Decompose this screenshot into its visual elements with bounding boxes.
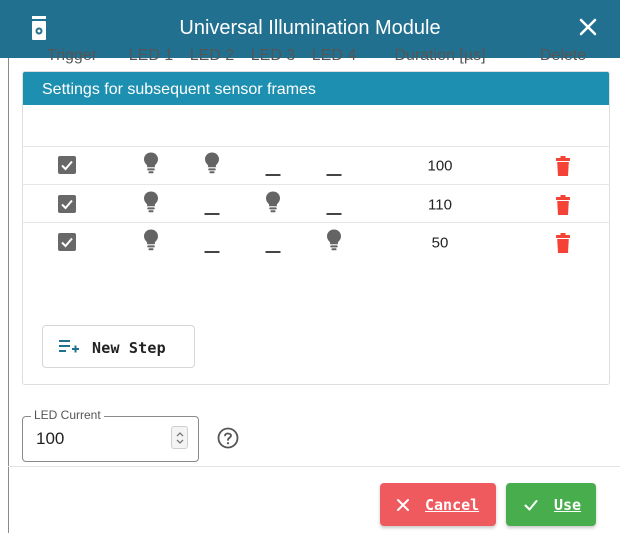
close-x-icon (397, 499, 409, 511)
lightbulb-icon[interactable] (327, 229, 342, 251)
checkbox-checked-icon (61, 199, 73, 210)
trash-icon[interactable] (556, 195, 570, 215)
checkbox-checked-icon (61, 160, 73, 171)
lightbulb-icon[interactable] (144, 191, 159, 213)
lightbulb-icon[interactable] (144, 152, 159, 174)
led-off-indicator[interactable] (204, 213, 220, 215)
column-header-led4: LED 4 (311, 47, 357, 64)
window-title: Universal Illumination Module (179, 17, 441, 39)
lightbulb-icon[interactable] (144, 229, 159, 251)
checkmark-icon (524, 500, 538, 511)
duration-value[interactable]: 100 (427, 158, 452, 175)
led-current-value[interactable]: 100 (36, 429, 64, 449)
trigger-checkbox[interactable] (58, 156, 76, 174)
duration-value[interactable]: 50 (432, 235, 449, 252)
new-step-button[interactable]: New Step (42, 325, 195, 368)
help-circle-icon[interactable] (217, 427, 239, 449)
trash-icon[interactable] (556, 156, 570, 176)
panel-title: Settings for subsequent sensor frames (23, 72, 609, 105)
window-border (8, 58, 9, 533)
column-header-delete: Delete (539, 47, 587, 64)
cancel-label: Cancel (425, 496, 480, 514)
column-header-trigger: Trigger (46, 47, 98, 64)
lightbulb-icon[interactable] (266, 191, 281, 213)
led-current-spinner[interactable] (171, 426, 188, 449)
playlist-add-icon (59, 340, 79, 353)
led-off-indicator[interactable] (326, 174, 342, 176)
led-off-indicator[interactable] (204, 251, 220, 253)
trigger-checkbox[interactable] (58, 233, 76, 251)
led-current-label: LED Current (31, 408, 104, 422)
column-header-led2: LED 2 (189, 47, 235, 64)
column-header-led1: LED 1 (128, 47, 174, 64)
cancel-button[interactable]: Cancel (380, 483, 496, 526)
lightbulb-icon[interactable] (205, 152, 220, 174)
trash-icon[interactable] (556, 233, 570, 253)
checkbox-checked-icon (61, 237, 73, 248)
table-divider (22, 222, 610, 223)
use-button[interactable]: Use (506, 483, 596, 526)
led-off-indicator[interactable] (326, 213, 342, 215)
footer-divider (8, 466, 620, 467)
led-off-indicator[interactable] (265, 251, 281, 253)
duration-value[interactable]: 110 (428, 197, 452, 214)
trigger-checkbox[interactable] (58, 195, 76, 213)
use-label: Use (554, 496, 582, 514)
spinner-arrows-icon (176, 432, 184, 444)
column-header-led3: LED 3 (250, 47, 296, 64)
new-step-label: New Step (92, 339, 166, 357)
column-header-duration: Duration [µs] (394, 47, 486, 64)
table-divider (22, 146, 610, 147)
table-divider (22, 184, 610, 185)
close-icon[interactable] (576, 15, 600, 39)
led-off-indicator[interactable] (265, 174, 281, 176)
